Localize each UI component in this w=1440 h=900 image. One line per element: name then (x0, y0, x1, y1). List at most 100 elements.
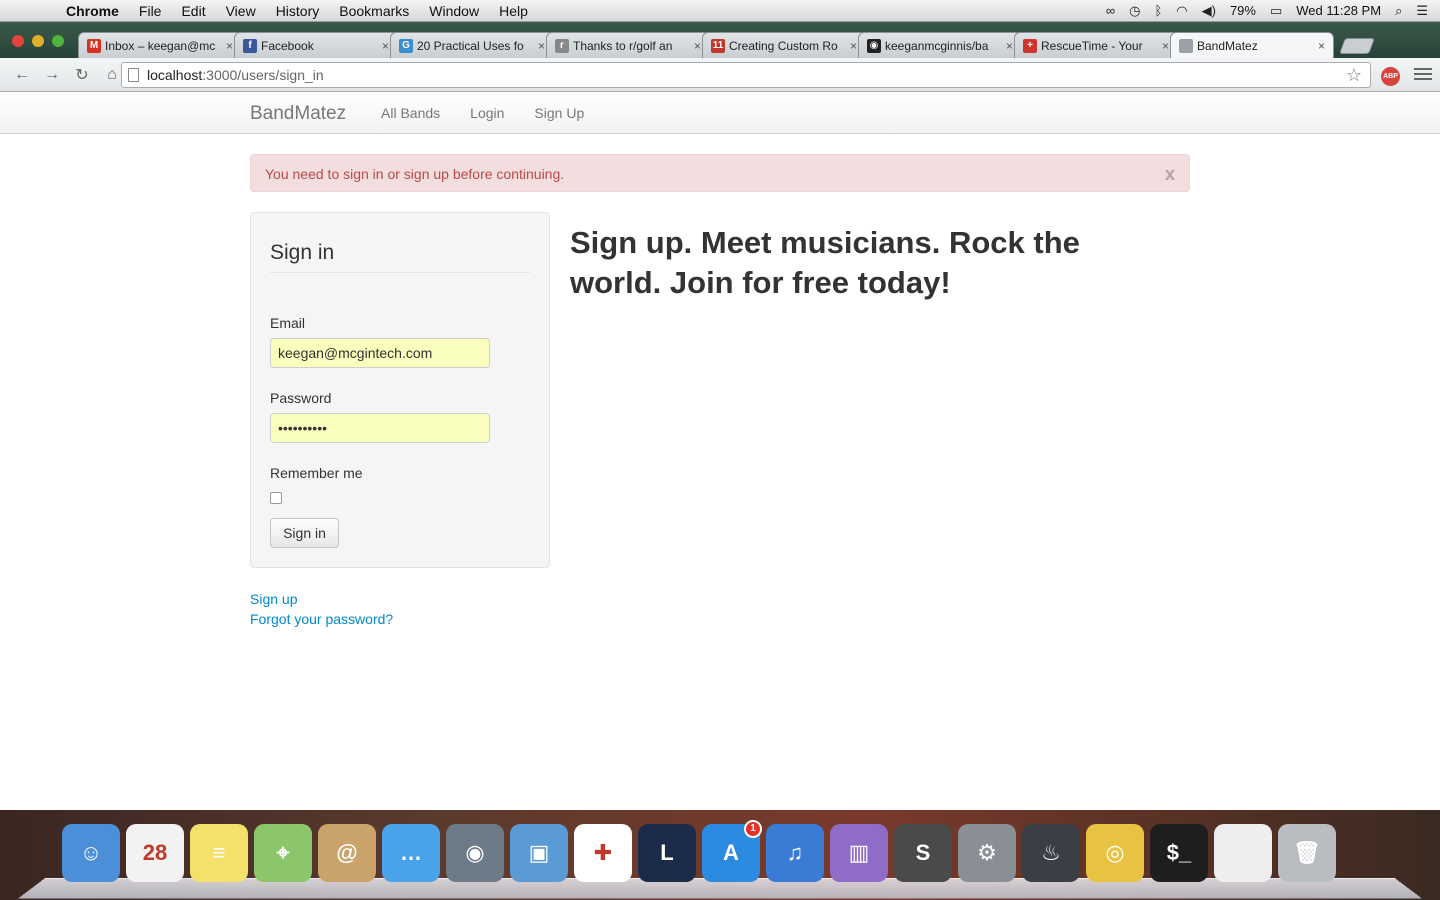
browser-tab[interactable]: BandMatez × (1170, 32, 1334, 58)
nav-login[interactable]: Login (455, 92, 519, 134)
finder-icon[interactable]: ☺ (62, 824, 120, 882)
chrome-menu-icon[interactable] (1414, 68, 1432, 83)
keynote-icon[interactable]: ▥ (830, 824, 888, 882)
browser-tab[interactable]: + RescueTime - Your × (1014, 32, 1178, 58)
facebook-icon: f (243, 38, 257, 53)
menu-bookmarks[interactable]: Bookmarks (329, 3, 419, 19)
maps-icon[interactable]: ⌖ (254, 824, 312, 882)
close-tab-icon[interactable]: × (1006, 39, 1013, 53)
sign-in-button[interactable]: Sign in (270, 518, 339, 548)
calendar-icon[interactable]: 28 (126, 824, 184, 882)
menu-file[interactable]: File (129, 3, 172, 19)
address-bar[interactable]: localhost:3000/users/sign_in ☆ (121, 62, 1371, 88)
menu-window[interactable]: Window (419, 3, 489, 19)
close-tab-icon[interactable]: × (382, 39, 389, 53)
forgot-password-link[interactable]: Forgot your password? (250, 609, 393, 629)
itunes-icon[interactable]: ♫ (766, 824, 824, 882)
steam-icon[interactable]: ♨ (1022, 824, 1080, 882)
dock: ☺ 28 ≡ ⌖ @… ◉ ▣ ✚ L A 1 ♫ ▥ S ⚙ ♨ ◎ $_ 🗑 (62, 820, 1342, 882)
browser-tab[interactable]: G 20 Practical Uses fo × (390, 32, 554, 58)
messages-icon[interactable]: … (382, 824, 440, 882)
tab-title: Creating Custom Ro (729, 38, 838, 53)
league-of-legends-icon[interactable]: L (638, 824, 696, 882)
adblock-extension-icon[interactable]: ABP (1381, 67, 1400, 86)
browser-tab[interactable]: M Inbox – keegan@mc × (78, 32, 242, 58)
facetime-icon[interactable]: ◉ (446, 824, 504, 882)
volume-icon[interactable]: ◀) (1202, 3, 1216, 19)
wifi-icon[interactable]: ◠ (1176, 3, 1187, 19)
email-label: Email (270, 315, 306, 331)
close-tab-icon[interactable]: × (538, 39, 545, 53)
url-path: :3000/users/sign_in (202, 67, 324, 83)
browser-tab[interactable]: 11 Creating Custom Ro × (702, 32, 866, 58)
macos-menubar: Chrome File Edit View History Bookmarks … (0, 0, 1440, 22)
nav-all-bands[interactable]: All Bands (366, 92, 455, 134)
hero-headline: Sign up. Meet musicians. Rock the world.… (570, 225, 1080, 300)
time-machine-icon[interactable]: ◷ (1129, 3, 1140, 19)
menubar-clock[interactable]: Wed 11:28 PM (1296, 3, 1381, 18)
browser-tabstrip: M Inbox – keegan@mc × f Facebook × G 20 Practic… (0, 22, 1440, 58)
calendar-icon: 11 (711, 38, 725, 53)
trash-icon[interactable]: 🗑 (1278, 824, 1336, 882)
tab-title: Thanks to r/golf an (573, 38, 673, 53)
page-icon (1179, 38, 1193, 53)
email-field[interactable] (270, 338, 490, 368)
app-store-icon[interactable]: A1 (702, 820, 762, 882)
iphoto-icon[interactable]: ▣ (510, 824, 568, 882)
reload-icon[interactable]: ↻ (68, 62, 96, 88)
menu-view[interactable]: View (216, 3, 266, 19)
sublime-text-icon[interactable]: S (894, 824, 952, 882)
battery-icon[interactable]: ▭ (1270, 3, 1282, 19)
browser-tab[interactable]: r Thanks to r/golf an × (546, 32, 710, 58)
alert-message: You need to sign in or sign up before co… (265, 166, 565, 182)
gmail-icon: M (87, 38, 101, 53)
close-tab-icon[interactable]: × (1162, 39, 1169, 53)
nav-sign-up[interactable]: Sign Up (519, 92, 599, 134)
system-preferences-icon[interactable]: ⚙ (958, 824, 1016, 882)
infinity-icon[interactable]: ∞ (1106, 3, 1115, 18)
tab-title: RescueTime - Your (1041, 38, 1143, 53)
alert-close-button[interactable]: x (1165, 164, 1175, 185)
close-tab-icon[interactable]: × (226, 39, 233, 53)
browser-tab[interactable]: ◉ keeganmcginnis/ba × (858, 32, 1022, 58)
brand-link[interactable]: BandMatez (250, 103, 346, 125)
menu-edit[interactable]: Edit (171, 3, 215, 19)
spotlight-search-icon[interactable]: ⌕ (1395, 3, 1402, 19)
password-field[interactable] (270, 413, 490, 443)
terminal-icon[interactable]: $_ (1150, 824, 1208, 882)
browser-tab[interactable]: f Facebook × (234, 32, 398, 58)
notification-badge: 1 (744, 820, 762, 838)
contacts-icon[interactable]: @ (318, 824, 376, 882)
stickies-icon[interactable]: ≡ (190, 824, 248, 882)
close-tab-icon[interactable]: × (850, 39, 857, 53)
tab-title: 20 Practical Uses fo (417, 38, 524, 53)
clock-app-icon[interactable]: ✚ (574, 824, 632, 882)
remember-me-label: Remember me (270, 465, 363, 481)
battery-percent[interactable]: 79% (1230, 3, 1256, 18)
url-host: localhost (147, 67, 203, 83)
form-title: Sign in (270, 241, 335, 264)
bluetooth-icon[interactable]: ᛒ (1154, 3, 1162, 18)
bookmark-star-icon[interactable]: ☆ (1346, 65, 1362, 86)
document-icon[interactable] (1214, 824, 1272, 882)
close-window-button[interactable] (12, 35, 24, 47)
url-text[interactable]: localhost:3000/users/sign_in (147, 67, 324, 83)
close-tab-icon[interactable]: × (694, 39, 701, 53)
chrome-icon[interactable]: ◎ (1086, 824, 1144, 882)
rescuetime-icon: + (1023, 38, 1037, 53)
reddit-icon: r (555, 38, 569, 53)
menu-history[interactable]: History (266, 3, 330, 19)
new-tab-button[interactable] (1339, 38, 1375, 54)
github-icon: ◉ (867, 38, 881, 53)
notification-center-icon[interactable]: ☰ (1416, 3, 1428, 19)
tab-title: Inbox – keegan@mc (105, 38, 216, 53)
remember-me-checkbox[interactable] (270, 492, 282, 504)
menu-app-name[interactable]: Chrome (52, 3, 129, 19)
sign-up-link[interactable]: Sign up (250, 589, 393, 609)
zoom-window-button[interactable] (52, 35, 64, 47)
minimize-window-button[interactable] (32, 35, 44, 47)
forward-icon[interactable]: → (38, 62, 66, 88)
menu-help[interactable]: Help (489, 3, 538, 19)
close-tab-icon[interactable]: × (1318, 39, 1325, 53)
back-icon[interactable]: ← (8, 62, 36, 88)
